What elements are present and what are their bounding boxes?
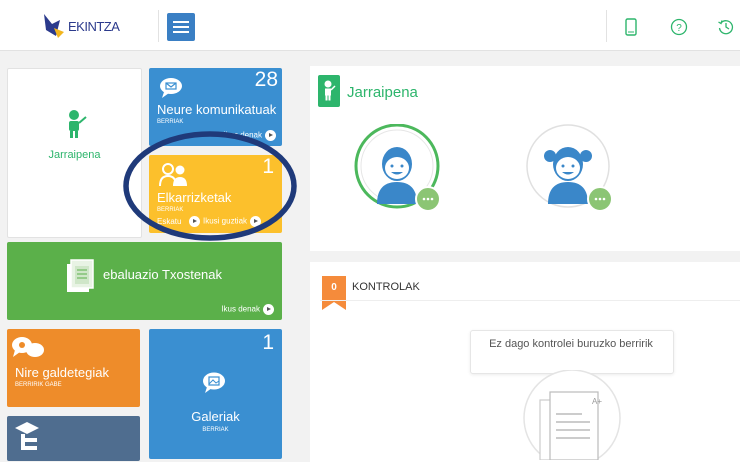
- survey-chat-icon: [12, 337, 44, 357]
- tile-reports[interactable]: ebaluazio Txostenak Ikus denak: [7, 242, 282, 320]
- empty-message-text: Ez dago kontrolei buruzko berririk: [489, 338, 653, 350]
- girl-avatar[interactable]: [522, 124, 618, 220]
- tile-gallery[interactable]: 1 Galeriak BERRIAK: [149, 329, 282, 459]
- tile-count: 1: [262, 331, 274, 354]
- header-divider: [158, 10, 159, 42]
- gallery-chat-icon: [203, 372, 225, 393]
- logo-text: EKINTZA: [68, 19, 120, 34]
- annotation-ellipse: [123, 131, 297, 241]
- tile-surveys[interactable]: Nire galdetegiak BERRIRIK GABE: [7, 329, 140, 407]
- history-icon[interactable]: [717, 18, 735, 36]
- menu-bar: [173, 21, 189, 23]
- panel-header-icon: [318, 75, 340, 107]
- play-icon: [263, 304, 274, 315]
- graduation-cap-icon: [15, 422, 39, 450]
- menu-bar: [173, 26, 189, 28]
- kontrolak-title: KONTROLAK: [352, 281, 420, 293]
- chat-bubbles-icon: [160, 78, 182, 98]
- empty-document-icon: A+: [523, 370, 621, 460]
- tablet-icon[interactable]: [622, 18, 640, 36]
- empty-message-bubble: [470, 330, 674, 374]
- tile-title: Nire galdetegiak: [15, 365, 109, 380]
- panel-title: Jarraipena: [347, 84, 418, 101]
- help-icon[interactable]: ?: [670, 18, 688, 36]
- tile-subtitle: BERRIAK: [202, 427, 229, 433]
- kontrolak-count: 0: [331, 282, 337, 293]
- svg-text:?: ?: [676, 23, 682, 34]
- see-all-link[interactable]: Ikus denak: [221, 304, 274, 315]
- section-divider: [320, 300, 740, 301]
- menu-bar: [173, 31, 189, 33]
- tile-count: 28: [254, 68, 278, 91]
- child-follow-icon: [69, 110, 87, 138]
- tile-grades-partial[interactable]: [7, 416, 140, 461]
- tile-title: Galeriak: [191, 409, 240, 424]
- header-divider: [606, 10, 607, 42]
- tile-subtitle: BERRIRIK GABE: [15, 382, 62, 388]
- boy-avatar[interactable]: [351, 124, 447, 220]
- tile-title: ebaluazio Txostenak: [103, 267, 223, 282]
- report-sheets-icon: [67, 259, 94, 292]
- svg-text:A+: A+: [592, 397, 602, 406]
- hamburger-menu-button[interactable]: [167, 13, 195, 41]
- tile-subtitle: BERRIAK: [157, 119, 184, 125]
- child-follow-icon: [324, 80, 336, 101]
- tile-title: Neure komunikatuak: [157, 102, 277, 117]
- link-label: Ikus denak: [221, 304, 260, 314]
